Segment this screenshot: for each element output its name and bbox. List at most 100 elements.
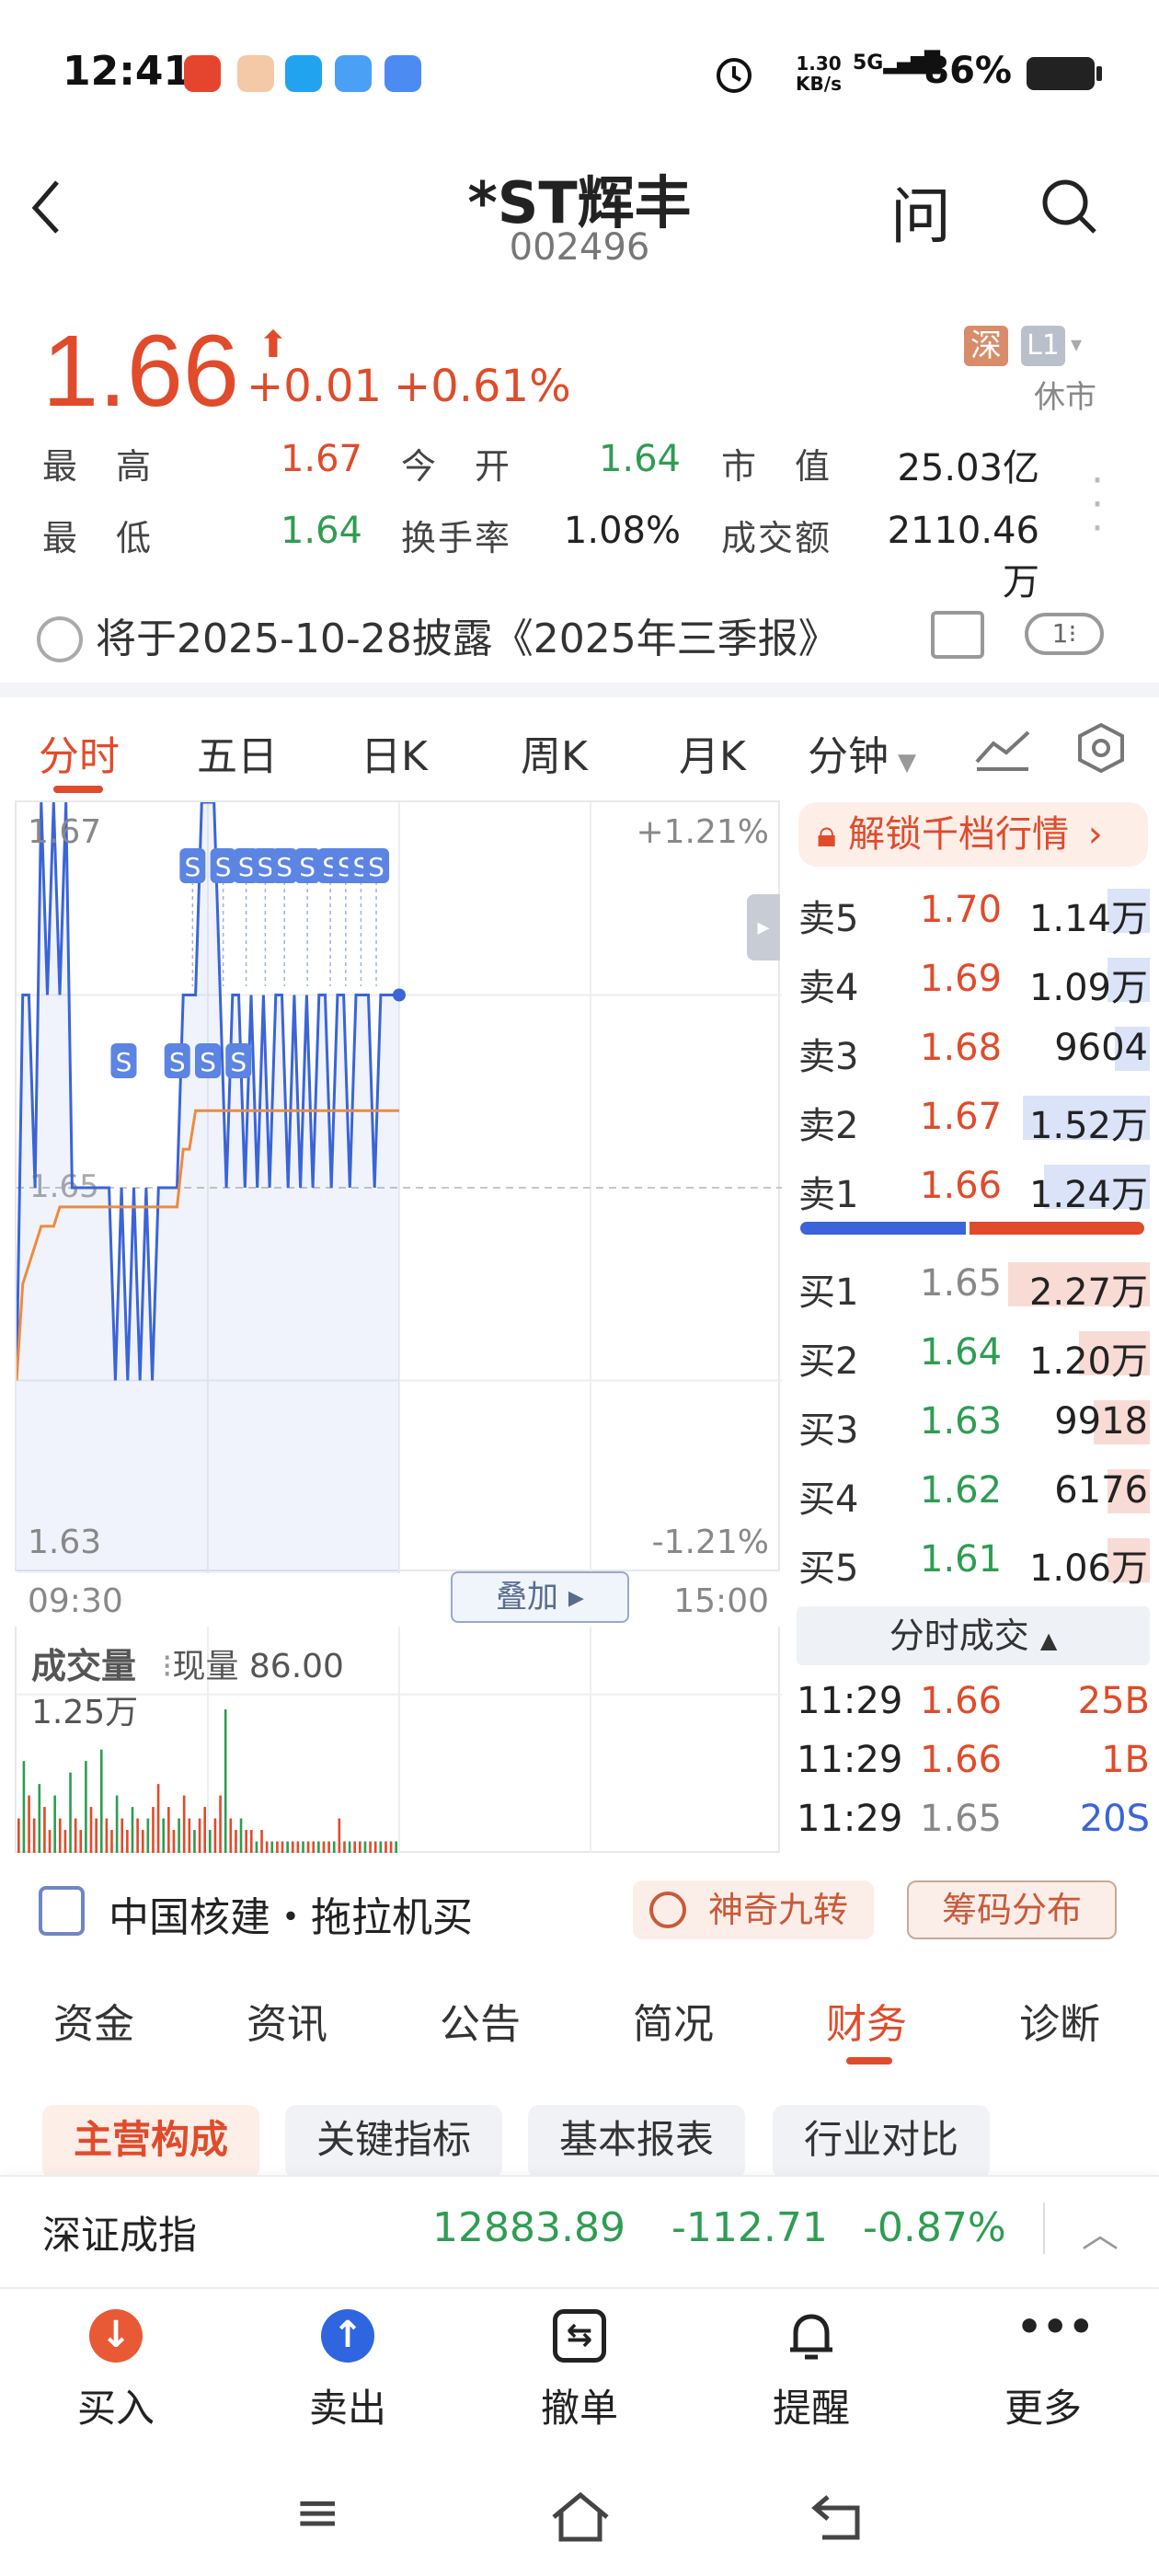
stat-value-mktcap: 25.03亿 xyxy=(897,447,1039,489)
back-nav-icon[interactable] xyxy=(809,2491,865,2543)
ask-level-2[interactable]: 卖4 1.69 1.09万 xyxy=(797,952,1150,1009)
subtab-industry-compare[interactable]: 行业对比 xyxy=(773,2105,990,2175)
tab-finance[interactable]: 财务 xyxy=(826,1991,907,2050)
buy-button[interactable]: ↓ 买入 xyxy=(42,2309,189,2433)
subtab-main-business[interactable]: 主营构成 xyxy=(42,2105,259,2175)
ask-level-price: 1.69 xyxy=(920,958,1003,1000)
more-label: 更多 xyxy=(1004,2386,1082,2431)
tab-five-day[interactable]: 五日 xyxy=(197,723,278,782)
stat-value-low: 1.64 xyxy=(280,510,362,552)
volume-bar xyxy=(95,1818,98,1853)
sell-ratio-segment xyxy=(800,1222,966,1235)
tab-daily-k[interactable]: 日K xyxy=(361,723,428,782)
bid-level-2[interactable]: 买2 1.64 1.20万 xyxy=(797,1326,1150,1383)
cancel-order-button[interactable]: ⇆ 撤单 xyxy=(506,2309,653,2433)
home-icon[interactable] xyxy=(548,2490,613,2545)
volume-bar xyxy=(85,1761,87,1853)
tab-profile[interactable]: 简况 xyxy=(633,1991,714,2050)
volume-bar xyxy=(38,1784,41,1853)
bid-level-price: 1.62 xyxy=(920,1469,1003,1512)
finance-sub-tabs: 主营构成 关键指标 基本报表 行业对比 xyxy=(0,2101,1159,2175)
ask-level-3[interactable]: 卖3 1.68 9604 xyxy=(797,1021,1150,1078)
volume-bar xyxy=(306,1841,310,1853)
unlock-depth-button[interactable]: 🔒︎ 解锁千档行情 › xyxy=(798,802,1148,867)
time-axis-start: 09:30 xyxy=(28,1582,123,1620)
ask-level-volume: 1.09万 xyxy=(1028,967,1148,1009)
tab-minute-label: 分钟 xyxy=(808,733,889,780)
more-stats-icon[interactable]: · · · xyxy=(1091,461,1104,549)
sell-marker-label: S xyxy=(116,1047,132,1077)
tab-news[interactable]: 资讯 xyxy=(247,1991,327,2050)
volume-bar xyxy=(369,1841,372,1853)
ask-level-volume: 9604 xyxy=(1054,1027,1148,1069)
ask-level-5[interactable]: 卖1 1.66 1.24万 xyxy=(797,1159,1150,1216)
tab-announcements[interactable]: 公告 xyxy=(440,1991,521,2050)
chip-distribution-button[interactable]: 筹码分布 xyxy=(907,1880,1117,1939)
volume-bar xyxy=(363,1841,367,1853)
alert-button[interactable]: 提醒 xyxy=(738,2309,885,2433)
volume-bar xyxy=(105,1818,109,1853)
sell-button[interactable]: ↑ 卖出 xyxy=(274,2309,421,2433)
tab-minute[interactable]: 分钟 ▼ xyxy=(808,723,916,782)
collapse-chart-icon[interactable]: ▸ xyxy=(747,894,780,960)
battery-percent: 86% xyxy=(924,50,1012,92)
chart-settings-icon[interactable] xyxy=(973,725,1032,773)
intraday-chart[interactable]: 1.65SSSSSSSSSSSSSS xyxy=(15,800,782,1573)
arrow-down-icon: ↓ xyxy=(89,2309,143,2363)
volume-bar xyxy=(379,1841,383,1853)
overlay-button[interactable]: 叠加 ▸ xyxy=(451,1571,629,1623)
bid-level-label: 买2 xyxy=(798,1340,859,1383)
volume-bar xyxy=(162,1818,166,1853)
bid-level-3[interactable]: 买3 1.63 9918 xyxy=(797,1395,1150,1452)
tab-weekly-k[interactable]: 周K xyxy=(521,723,588,782)
stock-header: *ST辉丰 002496 问 xyxy=(0,138,1159,285)
more-button[interactable]: ••• 更多 xyxy=(970,2307,1117,2433)
bid-level-1[interactable]: 买1 1.65 2.27万 xyxy=(797,1257,1150,1314)
stat-label-low: 最 低 xyxy=(42,518,154,558)
bid-level-4[interactable]: 买4 1.62 6176 xyxy=(797,1464,1150,1521)
stat-label-open: 今 开 xyxy=(401,446,512,487)
intraday-chart-svg: 1.65SSSSSSSSSSSSSS xyxy=(17,802,782,1573)
level-badge[interactable]: L1 xyxy=(1021,326,1065,366)
index-ticker[interactable]: 深证成指 12883.89 -112.71 -0.87% ︿ xyxy=(0,2175,1159,2285)
magic-nine-button[interactable]: 神奇九转 xyxy=(633,1880,874,1939)
stat-label-high: 最 高 xyxy=(42,446,154,487)
search-icon[interactable] xyxy=(1039,177,1098,236)
caret-up-icon: ▲ xyxy=(1039,1627,1058,1653)
bid-level-volume: 1.20万 xyxy=(1028,1340,1148,1383)
subtab-key-metrics[interactable]: 关键指标 xyxy=(285,2105,502,2175)
ask-level-4[interactable]: 卖2 1.67 1.52万 xyxy=(797,1090,1150,1147)
volume-bar xyxy=(265,1841,269,1853)
bid-level-5[interactable]: 买5 1.61 1.06万 xyxy=(797,1533,1150,1590)
ask-level-label: 卖2 xyxy=(798,1105,859,1147)
sell-marker-label: S xyxy=(258,852,274,882)
tab-diagnosis[interactable]: 诊断 xyxy=(1019,1991,1100,2050)
menu-icon[interactable]: ≡ xyxy=(294,2480,340,2545)
volume-bar xyxy=(317,1841,320,1853)
hexagon-settings-icon[interactable] xyxy=(1074,721,1128,775)
sell-label: 卖出 xyxy=(308,2386,386,2431)
subtab-statements[interactable]: 基本报表 xyxy=(528,2105,745,2175)
tab-monthly-k[interactable]: 月K xyxy=(679,723,746,782)
add-reminder-icon[interactable] xyxy=(931,611,984,659)
report-notice[interactable]: 将于2025-10-28披露《2025年三季报》 1⁝ xyxy=(0,589,1159,681)
notice-pager[interactable]: 1⁝ xyxy=(1025,613,1104,655)
ask-level-1[interactable]: 卖5 1.70 1.14万 xyxy=(797,883,1150,940)
volume-bar xyxy=(58,1818,62,1853)
tab-intraday[interactable]: 分时 xyxy=(39,723,120,782)
bid-level-label: 买5 xyxy=(798,1547,859,1590)
trades-header[interactable]: 分时成交 ▲ xyxy=(797,1606,1150,1665)
ask-button[interactable]: 问 xyxy=(890,167,951,256)
level-caret-icon[interactable]: ▾ xyxy=(1071,331,1082,357)
tab-funds[interactable]: 资金 xyxy=(53,1991,134,2050)
sell-marker-label: S xyxy=(200,1047,216,1077)
y-axis-max: 1.67 xyxy=(28,813,102,851)
trade-row: 11:29 1.65 20S xyxy=(797,1794,1150,1849)
hot-topic-text[interactable]: 中国核建・拖拉机买 xyxy=(109,1884,473,1943)
ask-level-label: 卖3 xyxy=(798,1036,859,1078)
chevron-right-icon: › xyxy=(1087,813,1103,856)
trade-row: 11:29 1.66 1B xyxy=(797,1735,1150,1790)
expand-up-icon[interactable]: ︿ xyxy=(1082,2204,1119,2258)
notice-page-number: 1 xyxy=(1051,618,1069,649)
volume-bar xyxy=(322,1841,326,1853)
